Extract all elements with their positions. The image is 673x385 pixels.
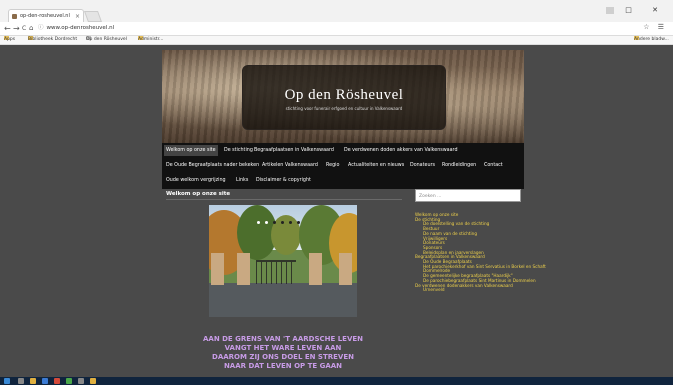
new-tab-button[interactable] [83,11,103,22]
menu-item-oude-welkom[interactable]: Oude welkom vergrijzing [164,175,228,186]
slide-dot[interactable] [281,221,284,224]
site-title-box[interactable]: Op den Rösheuvel stichting voor funerair… [242,65,446,130]
site-title[interactable]: Op den Rösheuvel [243,87,445,104]
slideshow-pager [257,209,305,228]
site-subtitle: stichting voor funerair erfgoed en cultu… [285,106,403,111]
browser-menu-icons[interactable]: ☆ ☰ [643,23,667,31]
menu-item-contact[interactable]: Contact [482,160,505,171]
window-control-icons[interactable]: □ ✕ [625,6,667,14]
main-content: Welkom op onze site AAN DE GRENS VAN 'T … [162,189,546,375]
slide-dot[interactable] [289,221,292,224]
menu-item-begraafplaatsen[interactable]: Begraafplaatsen in Valkenswaard [252,145,336,156]
menu-item-oude-begraafplaats[interactable]: De Oude Begraafplaats nader bekeken [164,160,261,171]
window-controls[interactable]: □ ✕ [606,6,667,14]
os-taskbar [0,377,673,385]
info-icon[interactable]: ⓘ [38,25,44,31]
cemetery-gate-photo[interactable] [209,205,357,317]
menu-item-artikelen[interactable]: Artikelen Valkenswaard [260,160,320,171]
header-banner: Op den Rösheuvel stichting voor funerair… [162,50,524,143]
back-icon[interactable]: ← [4,23,11,34]
slide-dot[interactable] [265,221,268,224]
menu-item-links[interactable]: Links [234,175,250,186]
taskbar-app-icon[interactable] [90,378,96,384]
favicon-icon [12,14,17,19]
sidebar-nav: Welkom op onze site De stichting De doelst… [415,212,546,293]
slide-dot[interactable] [257,221,260,224]
minimize-icon[interactable] [606,6,615,14]
url-field[interactable]: ⓘ www.op-denrosheuvel.nl [38,23,648,33]
slide-dot-active[interactable] [273,221,276,224]
forward-icon[interactable]: → [13,23,20,34]
tab-title: op-den-rosheuvel.nl [20,13,70,19]
taskbar-app-icon[interactable] [18,378,24,384]
divider [166,199,402,200]
tab-close-icon[interactable]: × [75,10,80,22]
slide-dot[interactable] [297,221,300,224]
page-title: Welkom op onze site [166,191,231,197]
menu-item-actualiteiten[interactable]: Actualiteiten en nieuws [346,160,406,171]
home-icon[interactable]: ⌂ [29,23,33,34]
menu-item-welkom[interactable]: Welkom op onze site [164,145,218,156]
url-text: www.op-denrosheuvel.nl [46,25,115,31]
menu-item-verdwenen[interactable]: De verdwenen doden akkers van Valkenswaa… [342,145,460,156]
taskbar-app-icon[interactable] [66,378,72,384]
search-input[interactable]: Zoeken ... [415,189,521,202]
taskbar-app-icon[interactable] [30,378,36,384]
bookmarks-bar: Apps Bibliotheek Dordrecht Op den Rösheu… [0,36,673,45]
menu-item-rondleidingen[interactable]: Rondleidingen [440,160,478,171]
website-page: Op den Rösheuvel stichting voor funerair… [162,50,546,375]
taskbar-app-icon[interactable] [42,378,48,384]
menu-item-stichting[interactable]: De stichting [222,145,255,156]
verse-text: AAN DE GRENS VAN 'T AARDSCHE LEVEN VANGT… [202,335,363,370]
sidebar-link[interactable]: Urnenveld [415,288,524,293]
reload-icon[interactable]: C [22,23,26,34]
menu-item-regio[interactable]: Regio [324,160,341,171]
main-menu: Welkom op onze site De stichting Begraaf… [162,143,524,189]
browser-tab[interactable]: op-den-rosheuvel.nl × [8,9,84,22]
taskbar-app-icon[interactable] [54,378,60,384]
menu-item-donateurs[interactable]: Donateurs [408,160,437,171]
taskbar-app-icon[interactable] [78,378,84,384]
address-bar: ← → C ⌂ ⓘ www.op-denrosheuvel.nl ☆ ☰ [0,22,673,36]
browser-titlebar: op-den-rosheuvel.nl × □ ✕ [0,0,673,22]
menu-item-disclaimer[interactable]: Disclaimer & copyright [254,175,313,186]
start-icon[interactable] [4,378,10,384]
